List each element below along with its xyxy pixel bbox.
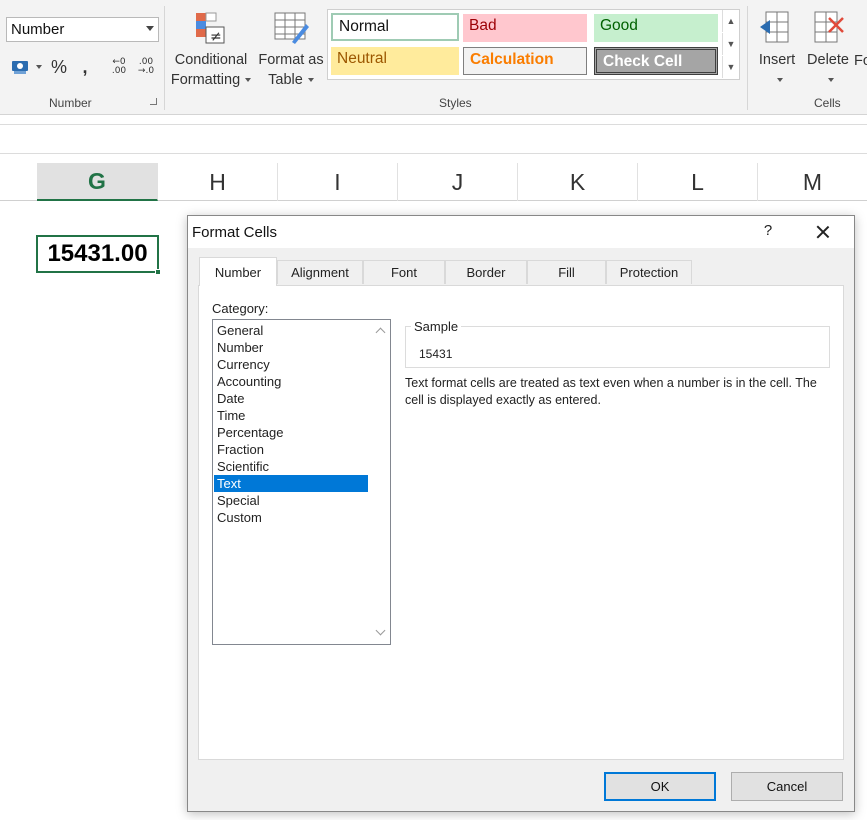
active-cell[interactable]: 15431.00 — [36, 235, 161, 275]
ok-button[interactable]: OK — [604, 772, 716, 801]
category-item-accounting[interactable]: Accounting — [214, 373, 368, 390]
column-header-g[interactable]: G — [37, 163, 158, 201]
svg-text:≠: ≠ — [210, 29, 222, 45]
help-button[interactable]: ? — [758, 222, 778, 242]
accounting-format-button[interactable] — [8, 54, 44, 80]
category-label: Category: — [212, 301, 269, 316]
column-header-i[interactable]: I — [278, 163, 398, 201]
ribbon-separator — [164, 6, 165, 110]
category-listbox[interactable]: General Number Currency Accounting Date … — [212, 319, 391, 645]
delete-cells-icon — [809, 10, 847, 46]
comma-style-button[interactable]: , — [75, 54, 95, 80]
cell-styles-gallery: Normal Bad Good Neutral Calculation Chec… — [327, 9, 740, 80]
fill-handle[interactable] — [155, 269, 161, 275]
number-format-value: Number — [11, 21, 65, 38]
insert-button[interactable]: Insert — [752, 10, 802, 90]
style-check-cell[interactable]: Check Cell — [594, 47, 718, 75]
number-tab-panel: Category: General Number Currency Accoun… — [198, 285, 844, 760]
tab-border[interactable]: Border — [445, 260, 527, 284]
style-neutral[interactable]: Neutral — [331, 47, 459, 75]
category-item-scientific[interactable]: Scientific — [214, 458, 368, 475]
category-item-text[interactable]: Text — [214, 475, 368, 492]
dialog-title: Format Cells — [192, 224, 278, 241]
close-icon[interactable] — [810, 220, 836, 244]
cells-group-label: Cells — [814, 96, 841, 110]
ribbon: Number % , ←0 .00 .00 →.0 Number ≠ Condi… — [0, 0, 867, 115]
tab-font[interactable]: Font — [363, 260, 445, 284]
format-as-table-button[interactable]: Format as Table — [256, 10, 326, 90]
style-calculation[interactable]: Calculation — [463, 47, 587, 75]
category-item-custom[interactable]: Custom — [214, 509, 368, 526]
category-item-general[interactable]: General — [214, 322, 368, 339]
tab-fill[interactable]: Fill — [527, 260, 606, 284]
tab-protection[interactable]: Protection — [606, 260, 692, 284]
dialog-launcher-icon[interactable] — [150, 98, 157, 105]
comma-icon: , — [82, 56, 88, 77]
format-as-table-icon — [272, 10, 310, 46]
dialog-title-bar[interactable]: Format Cells ? — [188, 216, 854, 248]
chevron-down-icon — [35, 65, 42, 69]
delete-button[interactable]: Delete — [803, 10, 853, 90]
gallery-more-icon[interactable]: ▼ — [722, 56, 739, 78]
gallery-scroll-down-icon[interactable]: ▼ — [722, 33, 739, 55]
chevron-down-icon — [776, 78, 783, 83]
format-button-partial[interactable]: Fo — [854, 53, 867, 69]
tab-number[interactable]: Number — [199, 257, 277, 286]
chevron-down-icon — [827, 78, 834, 83]
conditional-formatting-button[interactable]: ≠ Conditional Formatting — [170, 10, 252, 90]
column-headers: G H I J K L M — [0, 163, 867, 201]
format-cells-dialog: Format Cells ? Number Alignment Font Bor… — [187, 215, 855, 812]
chevron-down-icon — [307, 78, 314, 83]
category-item-percentage[interactable]: Percentage — [214, 424, 368, 441]
chevron-down-icon[interactable] — [373, 625, 389, 641]
insert-cells-icon — [758, 10, 796, 46]
tab-alignment[interactable]: Alignment — [277, 260, 363, 284]
category-item-time[interactable]: Time — [214, 407, 368, 424]
sample-group — [405, 326, 830, 368]
conditional-formatting-icon: ≠ — [192, 10, 230, 46]
percent-icon: % — [50, 56, 67, 77]
chevron-down-icon — [146, 26, 154, 31]
increase-decimal-button[interactable]: ←0 .00 — [107, 54, 131, 80]
category-item-currency[interactable]: Currency — [214, 356, 368, 373]
number-group-label: Number — [49, 96, 92, 110]
column-header-m[interactable]: M — [758, 163, 867, 201]
style-good[interactable]: Good — [594, 14, 718, 42]
number-format-dropdown[interactable]: Number — [6, 17, 159, 42]
sample-label: Sample — [411, 319, 462, 334]
style-bad[interactable]: Bad — [463, 14, 587, 42]
style-normal[interactable]: Normal — [331, 13, 459, 41]
column-header-j[interactable]: J — [398, 163, 518, 201]
category-item-special[interactable]: Special — [214, 492, 368, 509]
decrease-decimal-button[interactable]: .00 →.0 — [134, 54, 158, 80]
ribbon-separator — [747, 6, 748, 110]
currency-icon — [11, 61, 28, 74]
chevron-down-icon — [245, 78, 252, 83]
gallery-scroll-up-icon[interactable]: ▲ — [722, 10, 739, 32]
percent-style-button[interactable]: % — [47, 54, 71, 80]
category-item-number[interactable]: Number — [214, 339, 368, 356]
formula-bar[interactable] — [0, 124, 867, 154]
column-header-k[interactable]: K — [518, 163, 638, 201]
sample-value: 15431 — [419, 347, 453, 361]
column-header-l[interactable]: L — [638, 163, 758, 201]
category-item-fraction[interactable]: Fraction — [214, 441, 368, 458]
column-header-h[interactable]: H — [158, 163, 278, 201]
chevron-up-icon[interactable] — [373, 323, 389, 339]
styles-group-label: Styles — [439, 96, 472, 110]
cancel-button[interactable]: Cancel — [731, 772, 843, 801]
format-description: Text format cells are treated as text ev… — [405, 376, 817, 407]
active-cell-value: 15431.00 — [47, 240, 148, 267]
category-item-date[interactable]: Date — [214, 390, 368, 407]
